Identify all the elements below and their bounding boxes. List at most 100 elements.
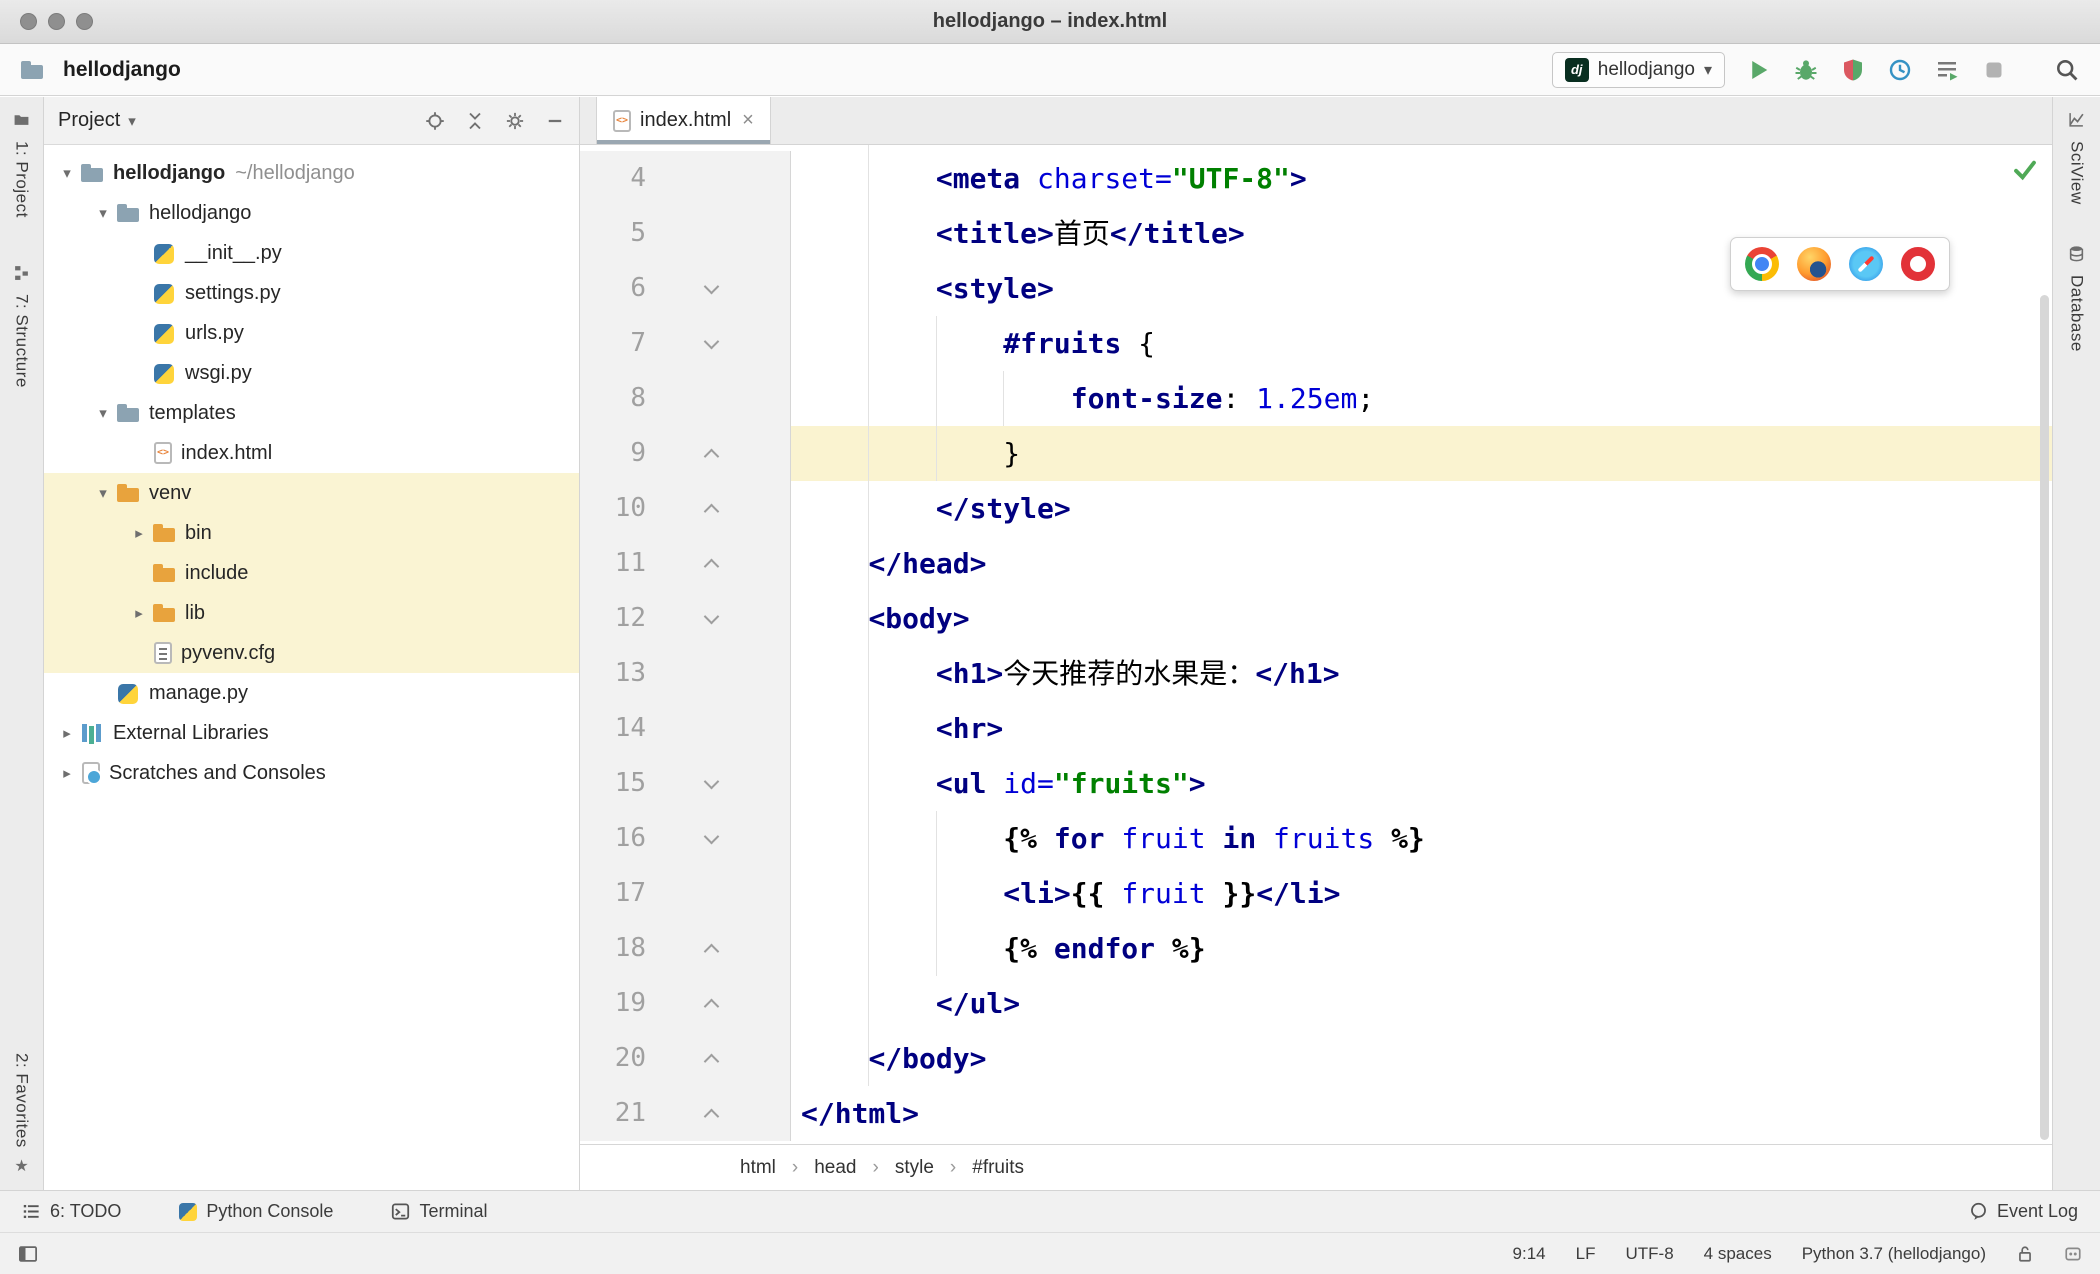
- navigation-breadcrumb[interactable]: hellodjango: [20, 58, 181, 82]
- tree-item-pyvenv.cfg[interactable]: pyvenv.cfg: [44, 633, 579, 673]
- chevron-right-icon[interactable]: ▸: [54, 724, 80, 742]
- tree-item-Scratches-and-Consoles[interactable]: ▸ Scratches and Consoles: [44, 753, 579, 793]
- tree-item-index.html[interactable]: index.html: [44, 433, 579, 473]
- toolwindow-sciview-button[interactable]: SciView: [2067, 111, 2087, 205]
- inspections-ok-icon[interactable]: [2012, 157, 2038, 183]
- run-button[interactable]: [1745, 56, 1772, 83]
- fold-up-icon[interactable]: [703, 1053, 720, 1069]
- editor-line-17[interactable]: 17 <li>{{ fruit }}</li>: [580, 866, 2052, 921]
- tree-item-hellodjango[interactable]: ▾ hellodjango ~/hellodjango: [44, 153, 579, 193]
- project-panel-title[interactable]: Project: [58, 109, 120, 132]
- editor-line-16[interactable]: 16 {% for fruit in fruits %}: [580, 811, 2052, 866]
- toolwindow-database-button[interactable]: Database: [2067, 245, 2087, 351]
- fold-up-icon[interactable]: [703, 558, 720, 574]
- fold-down-icon[interactable]: [703, 333, 720, 349]
- chevron-down-icon[interactable]: ▾: [90, 484, 116, 502]
- lock-icon[interactable]: [2016, 1245, 2034, 1263]
- tree-item-templates[interactable]: ▾ templates: [44, 393, 579, 433]
- tree-item-settings.py[interactable]: settings.py: [44, 273, 579, 313]
- indicator-icon[interactable]: [2064, 1245, 2082, 1263]
- collapse-all-icon[interactable]: [465, 111, 485, 131]
- status-item[interactable]: UTF-8: [1625, 1244, 1673, 1264]
- editor-line-21[interactable]: 21 </html>: [580, 1086, 2052, 1141]
- run-configuration-select[interactable]: dj hellodjango: [1551, 51, 1725, 88]
- tree-item-wsgi.py[interactable]: wsgi.py: [44, 353, 579, 393]
- editor-scrollbar[interactable]: [2040, 295, 2049, 1140]
- editor-line-18[interactable]: 18 {% endfor %}: [580, 921, 2052, 976]
- editor-line-19[interactable]: 19 </ul>: [580, 976, 2052, 1031]
- editor-line-10[interactable]: 10 </style>: [580, 481, 2052, 536]
- tree-item-manage.py[interactable]: manage.py: [44, 673, 579, 713]
- chevron-down-icon[interactable]: ▾: [90, 404, 116, 422]
- status-item[interactable]: 4 spaces: [1704, 1244, 1772, 1264]
- tree-item-include[interactable]: include: [44, 553, 579, 593]
- chevron-right-icon[interactable]: ▸: [54, 764, 80, 782]
- tree-item-hellodjango[interactable]: ▾ hellodjango: [44, 193, 579, 233]
- toolwindow-terminal-button[interactable]: Terminal: [391, 1201, 487, 1222]
- close-tab-icon[interactable]: [742, 109, 754, 132]
- editor-line-7[interactable]: 7 #fruits {: [580, 316, 2052, 371]
- run-configurations-list-button[interactable]: [1933, 56, 1960, 83]
- editor-line-13[interactable]: 13 <h1>今天推荐的水果是：</h1>: [580, 646, 2052, 701]
- safari-icon[interactable]: [1849, 247, 1883, 281]
- profiler-button[interactable]: [1886, 56, 1913, 83]
- event-log-button[interactable]: Event Log: [1969, 1201, 2078, 1222]
- toolwindow-toggle-icon[interactable]: [18, 1244, 38, 1264]
- firefox-icon[interactable]: [1797, 247, 1831, 281]
- status-item[interactable]: LF: [1576, 1244, 1596, 1264]
- fold-up-icon[interactable]: [703, 943, 720, 959]
- toolwindow-structure-button[interactable]: 7: Structure: [12, 264, 32, 388]
- toolwindow-project-button[interactable]: 1: Project: [12, 111, 32, 218]
- minimize-window-button[interactable]: [48, 13, 65, 30]
- fold-down-icon[interactable]: [703, 773, 720, 789]
- editor-line-12[interactable]: 12 <body>: [580, 591, 2052, 646]
- debug-button[interactable]: [1792, 56, 1819, 83]
- tree-item-__init__.py[interactable]: __init__.py: [44, 233, 579, 273]
- tree-item-lib[interactable]: ▸ lib: [44, 593, 579, 633]
- editor-line-11[interactable]: 11 </head>: [580, 536, 2052, 591]
- search-everywhere-icon[interactable]: [2053, 56, 2080, 83]
- toolwindow-favorites-button[interactable]: 2: Favorites ★: [12, 1053, 32, 1176]
- gear-icon[interactable]: [505, 111, 525, 131]
- tree-item-venv[interactable]: ▾ venv: [44, 473, 579, 513]
- opera-icon[interactable]: [1901, 247, 1935, 281]
- hide-panel-icon[interactable]: [545, 111, 565, 131]
- breadcrumb-item-fruits[interactable]: #fruits: [972, 1157, 1024, 1179]
- fold-down-icon[interactable]: [703, 828, 720, 844]
- chevron-right-icon[interactable]: ▸: [126, 604, 152, 622]
- editor-line-8[interactable]: 8 font-size: 1.25em;: [580, 371, 2052, 426]
- chevron-down-icon[interactable]: [128, 109, 136, 132]
- chevron-down-icon[interactable]: ▾: [90, 204, 116, 222]
- fold-up-icon[interactable]: [703, 503, 720, 519]
- status-item[interactable]: Python 3.7 (hellodjango): [1802, 1244, 1986, 1264]
- editor-line-9[interactable]: 9 }: [580, 426, 2052, 481]
- editor-line-14[interactable]: 14 <hr>: [580, 701, 2052, 756]
- tree-item-urls.py[interactable]: urls.py: [44, 313, 579, 353]
- zoom-window-button[interactable]: [76, 13, 93, 30]
- fold-up-icon[interactable]: [703, 1108, 720, 1124]
- chevron-right-icon[interactable]: ▸: [126, 524, 152, 542]
- run-with-coverage-button[interactable]: [1839, 56, 1866, 83]
- tree-item-External-Libraries[interactable]: ▸ External Libraries: [44, 713, 579, 753]
- toolwindow-python-console-button[interactable]: Python Console: [179, 1201, 333, 1222]
- status-item[interactable]: 9:14: [1513, 1244, 1546, 1264]
- breadcrumb-item-html[interactable]: html: [740, 1157, 776, 1179]
- close-window-button[interactable]: [20, 13, 37, 30]
- fold-up-icon[interactable]: [703, 448, 720, 464]
- chrome-icon[interactable]: [1745, 247, 1779, 281]
- stop-button[interactable]: [1980, 56, 2007, 83]
- editor-viewport[interactable]: 4 <meta charset="UTF-8"> 5 <title>首页</tit…: [580, 145, 2052, 1144]
- chevron-down-icon[interactable]: ▾: [54, 164, 80, 182]
- editor-line-20[interactable]: 20 </body>: [580, 1031, 2052, 1086]
- tree-item-bin[interactable]: ▸ bin: [44, 513, 579, 553]
- toolwindow-todo-button[interactable]: 6: TODO: [22, 1201, 121, 1222]
- fold-down-icon[interactable]: [703, 608, 720, 624]
- fold-up-icon[interactable]: [703, 998, 720, 1014]
- fold-down-icon[interactable]: [703, 278, 720, 294]
- breadcrumb-item-head[interactable]: head: [814, 1157, 856, 1179]
- editor-line-15[interactable]: 15 <ul id="fruits">: [580, 756, 2052, 811]
- editor-line-4[interactable]: 4 <meta charset="UTF-8">: [580, 151, 2052, 206]
- locate-file-icon[interactable]: [425, 111, 445, 131]
- tab-index-html[interactable]: index.html: [596, 97, 771, 144]
- breadcrumb-item-style[interactable]: style: [895, 1157, 934, 1179]
